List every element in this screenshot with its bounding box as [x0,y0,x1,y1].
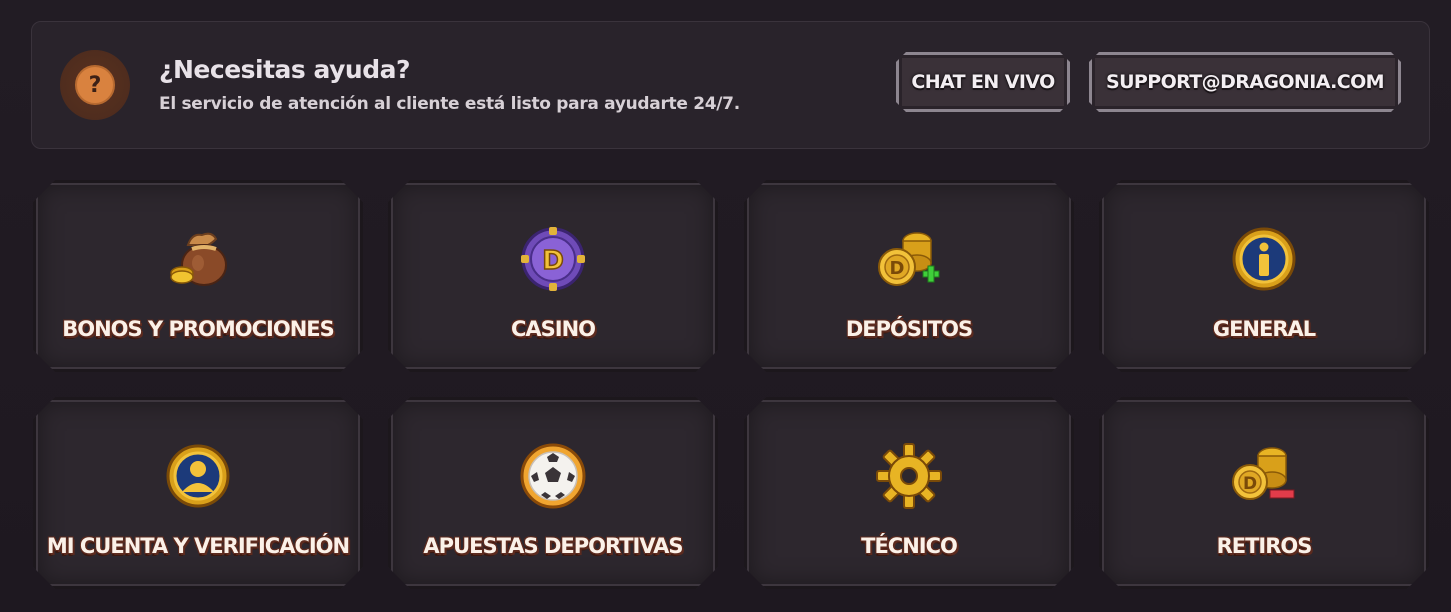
category-card-general[interactable]: GENERAL [1099,180,1429,372]
category-card-bonos[interactable]: BONOS Y PROMOCIONES [33,180,363,372]
category-label: BONOS Y PROMOCIONES [62,317,334,341]
category-label: CASINO [510,317,596,341]
live-chat-button[interactable]: CHAT EN VIVO [896,52,1070,112]
svg-text:D: D [542,246,564,276]
category-card-depositos[interactable]: D DEPÓSITOS [744,180,1074,372]
support-email-button[interactable]: SUPPORT@DRAGONIA.COM [1089,52,1401,112]
info-icon [1228,223,1300,295]
gear-icon [873,440,945,512]
category-label: MI CUENTA Y VERIFICACIÓN [46,534,350,558]
help-center-page: ? ¿Necesitas ayuda? El servicio de atenc… [0,0,1451,612]
question-icon: ? [75,65,115,105]
support-email-label: SUPPORT@DRAGONIA.COM [1106,71,1384,93]
help-title: ¿Necesitas ayuda? [159,55,410,84]
category-card-retiros[interactable]: D RETIROS [1099,397,1429,589]
coins-plus-icon: D [873,223,945,295]
category-label: TÉCNICO [861,534,957,558]
soccer-ball-icon [517,440,589,512]
svg-text:D: D [890,258,905,279]
coins-minus-icon: D [1228,440,1300,512]
category-card-apuestas-deportivas[interactable]: APUESTAS DEPORTIVAS [388,397,718,589]
category-card-mi-cuenta[interactable]: MI CUENTA Y VERIFICACIÓN [33,397,363,589]
help-banner: ? ¿Necesitas ayuda? El servicio de atenc… [31,21,1430,149]
category-card-casino[interactable]: D CASINO [388,180,718,372]
help-subtitle: El servicio de atención al cliente está … [159,94,740,114]
user-avatar-icon [162,440,234,512]
casino-chip-icon: D [517,223,589,295]
help-icon-wrap: ? [60,50,130,120]
svg-text:D: D [1243,474,1257,494]
live-chat-label: CHAT EN VIVO [911,71,1055,93]
category-label: RETIROS [1216,534,1312,558]
category-label: DEPÓSITOS [845,317,973,341]
category-label: APUESTAS DEPORTIVAS [423,534,683,558]
category-label: GENERAL [1212,317,1316,341]
category-card-tecnico[interactable]: TÉCNICO [744,397,1074,589]
money-bag-icon [162,223,234,295]
